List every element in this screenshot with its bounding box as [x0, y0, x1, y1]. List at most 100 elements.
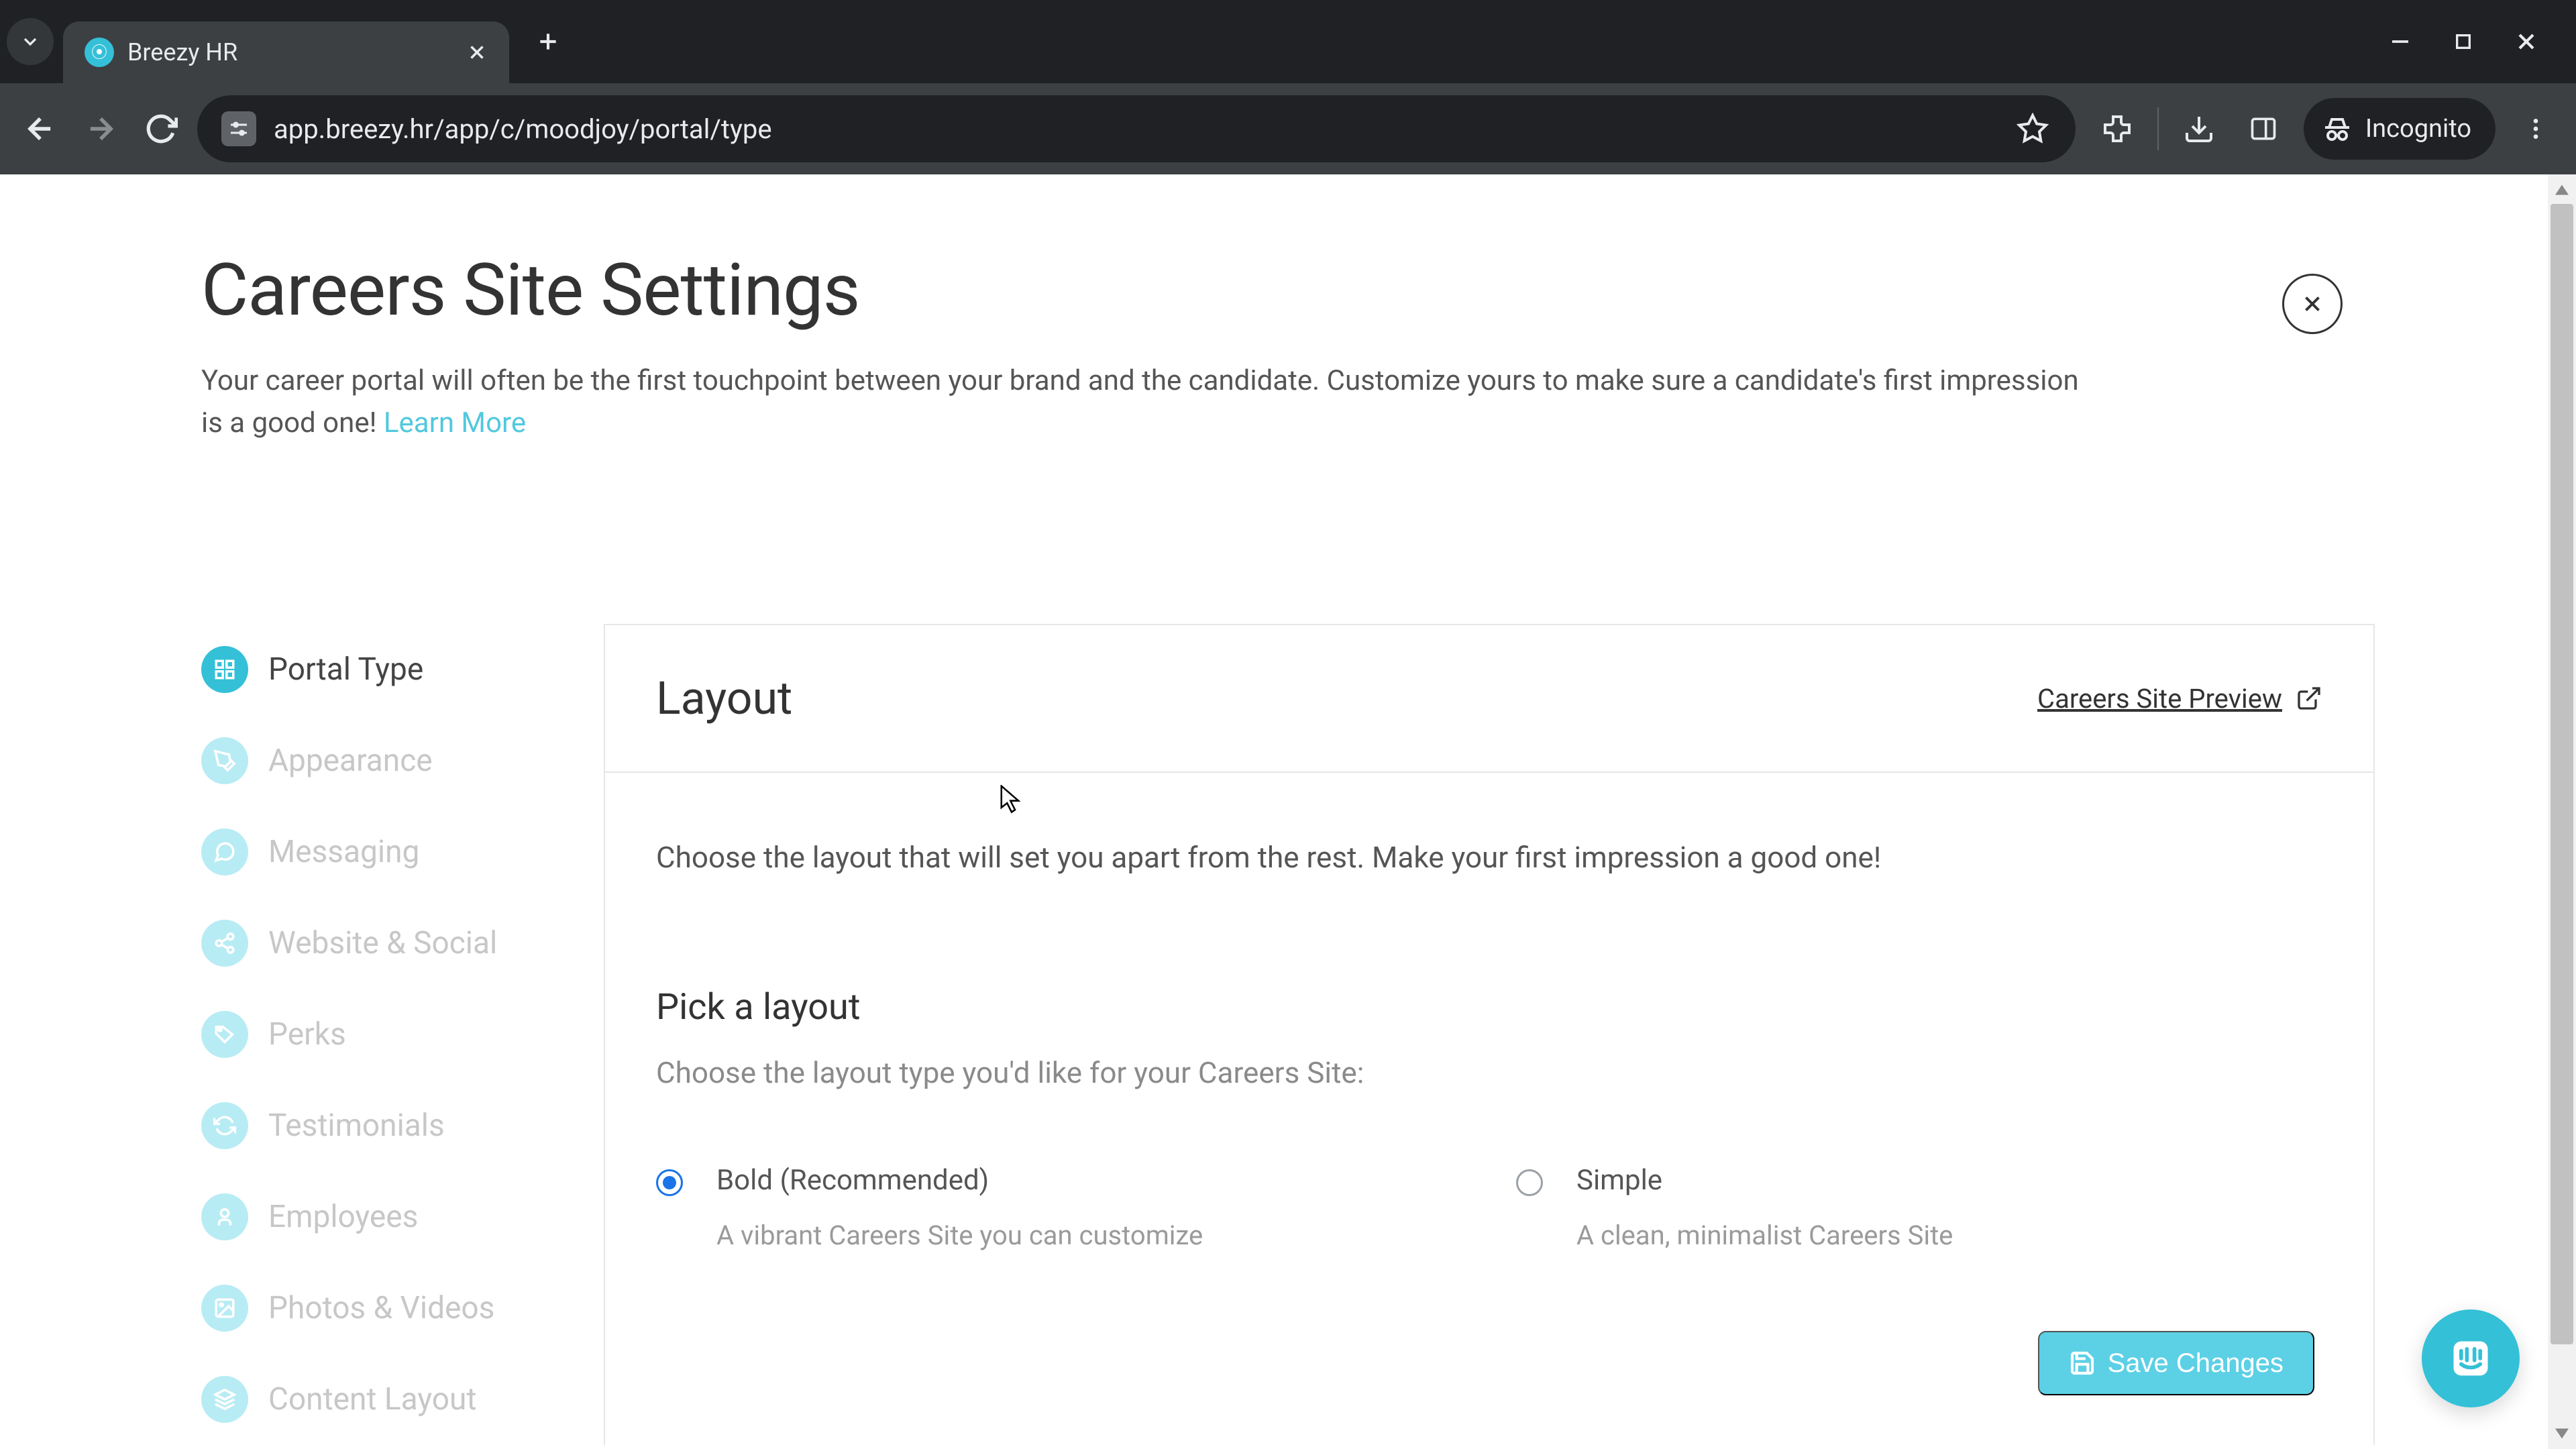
- reload-icon: [144, 112, 178, 146]
- window-minimize-button[interactable]: [2387, 28, 2414, 55]
- window-maximize-button[interactable]: [2450, 28, 2477, 55]
- sidebar-item-testimonials[interactable]: Testimonials: [201, 1080, 564, 1171]
- page-title: Careers Site Settings: [201, 248, 2375, 333]
- bookmark-button[interactable]: [2014, 110, 2051, 148]
- save-icon: [2069, 1350, 2096, 1377]
- url-text: app.breezy.hr/app/c/moodjoy/portal/type: [274, 113, 1996, 145]
- sidebar-item-label: Messaging: [268, 834, 419, 870]
- panel-lead-text: Choose the layout that will set you apar…: [656, 837, 2322, 879]
- image-icon: [201, 1285, 248, 1332]
- save-changes-button[interactable]: Save Changes: [2038, 1331, 2314, 1395]
- nav-back-button[interactable]: [16, 105, 64, 153]
- incognito-label: Incognito: [2365, 114, 2471, 144]
- option-title: Bold (Recommended): [716, 1164, 1203, 1197]
- sidebar-item-employees[interactable]: Employees: [201, 1171, 564, 1263]
- incognito-indicator[interactable]: Incognito: [2304, 98, 2496, 160]
- close-icon: [466, 41, 488, 64]
- intercom-chat-button[interactable]: [2422, 1309, 2520, 1407]
- sidebar-item-label: Portal Type: [268, 651, 423, 688]
- close-icon: [2513, 28, 2540, 55]
- star-icon: [2017, 113, 2049, 145]
- layout-option-bold[interactable]: Bold (Recommended) A vibrant Careers Sit…: [656, 1164, 1462, 1251]
- vertical-scrollbar[interactable]: [2548, 174, 2576, 1449]
- radio-bold[interactable]: [656, 1169, 683, 1196]
- browser-toolbar: app.breezy.hr/app/c/moodjoy/portal/type …: [0, 83, 2576, 174]
- toolbar-right: Incognito: [2088, 98, 2560, 160]
- sidepanel-icon: [2249, 114, 2278, 144]
- window-close-button[interactable]: [2513, 28, 2540, 55]
- site-info-button[interactable]: [221, 111, 256, 146]
- sidepanel-button[interactable]: [2239, 105, 2288, 153]
- sidebar-item-photos-videos[interactable]: Photos & Videos: [201, 1263, 564, 1354]
- user-x-icon: [201, 1193, 248, 1240]
- sidebar-item-label: Photos & Videos: [268, 1290, 494, 1326]
- radio-simple[interactable]: [1516, 1169, 1543, 1196]
- sidebar-item-label: Website & Social: [268, 925, 497, 961]
- intercom-icon: [2448, 1336, 2493, 1381]
- sidebar-item-label: Testimonials: [268, 1108, 445, 1144]
- tab-strip-left: Breezy HR: [7, 11, 568, 72]
- browser-menu-button[interactable]: [2512, 105, 2560, 153]
- chevron-down-icon: [19, 31, 41, 52]
- sidebar-item-website-social[interactable]: Website & Social: [201, 898, 564, 989]
- grid-icon: [201, 646, 248, 693]
- page: Careers Site Settings Your career portal…: [0, 174, 2576, 1449]
- tune-icon: [227, 117, 251, 141]
- tab-close-button[interactable]: [464, 39, 490, 66]
- incognito-icon: [2321, 113, 2353, 145]
- scroll-down-icon: [2552, 1424, 2572, 1444]
- favicon-icon: [85, 38, 114, 67]
- close-icon: [2300, 291, 2325, 317]
- tab-title: Breezy HR: [127, 38, 450, 66]
- careers-site-preview-link[interactable]: Careers Site Preview: [2037, 683, 2322, 714]
- pick-layout-subtext: Choose the layout type you'd like for yo…: [656, 1055, 2322, 1090]
- address-bar[interactable]: app.breezy.hr/app/c/moodjoy/portal/type: [197, 95, 2076, 162]
- nav-reload-button[interactable]: [137, 105, 185, 153]
- sidebar-item-portal-type[interactable]: Portal Type: [201, 624, 564, 715]
- refresh-icon: [201, 1102, 248, 1149]
- scrollbar-thumb[interactable]: [2551, 204, 2573, 1344]
- puzzle-icon: [2101, 113, 2133, 145]
- sidebar-item-label: Content Layout: [268, 1381, 476, 1417]
- download-icon: [2183, 113, 2215, 145]
- downloads-button[interactable]: [2175, 105, 2223, 153]
- panel-title: Layout: [656, 672, 792, 725]
- tabs-search-button[interactable]: [7, 18, 54, 65]
- tab-strip: Breezy HR: [0, 0, 2576, 83]
- layout-options: Bold (Recommended) A vibrant Careers Sit…: [656, 1164, 2322, 1251]
- option-desc: A clean, minimalist Careers Site: [1576, 1220, 1953, 1251]
- more-vertical-icon: [2522, 115, 2549, 142]
- close-settings-button[interactable]: [2282, 274, 2343, 334]
- scroll-up-icon: [2552, 180, 2572, 200]
- new-tab-button[interactable]: [528, 21, 568, 62]
- brush-icon: [201, 737, 248, 784]
- sidebar-item-label: Appearance: [268, 743, 433, 779]
- toolbar-separator: [2157, 107, 2159, 150]
- browser-chrome: Breezy HR: [0, 0, 2576, 174]
- nav-forward-button[interactable]: [76, 105, 125, 153]
- sidebar-item-appearance[interactable]: Appearance: [201, 715, 564, 806]
- window-controls: [2387, 28, 2564, 55]
- chat-icon: [201, 828, 248, 875]
- extensions-button[interactable]: [2093, 105, 2141, 153]
- arrow-right-icon: [83, 111, 118, 146]
- option-desc: A vibrant Careers Site you can customize: [716, 1220, 1203, 1251]
- save-button-label: Save Changes: [2108, 1348, 2284, 1379]
- panel-header: Layout Careers Site Preview: [605, 625, 2373, 773]
- browser-tab[interactable]: Breezy HR: [63, 21, 509, 83]
- minimize-icon: [2388, 30, 2412, 54]
- share-icon: [201, 920, 248, 967]
- layout-option-simple[interactable]: Simple A clean, minimalist Careers Site: [1516, 1164, 2322, 1251]
- sidebar-item-messaging[interactable]: Messaging: [201, 806, 564, 898]
- sidebar-item-label: Perks: [268, 1016, 346, 1053]
- option-title: Simple: [1576, 1164, 1953, 1197]
- page-subtitle: Your career portal will often be the fir…: [201, 360, 2080, 444]
- plus-icon: [535, 28, 561, 55]
- layers-icon: [201, 1376, 248, 1423]
- panel-body: Choose the layout that will set you apar…: [605, 773, 2373, 1251]
- preview-link-text: Careers Site Preview: [2037, 683, 2282, 714]
- learn-more-link[interactable]: Learn More: [384, 407, 526, 439]
- settings-sidebar: Portal Type Appearance Messaging Website…: [201, 624, 564, 1445]
- sidebar-item-content-layout[interactable]: Content Layout: [201, 1354, 564, 1445]
- sidebar-item-perks[interactable]: Perks: [201, 989, 564, 1080]
